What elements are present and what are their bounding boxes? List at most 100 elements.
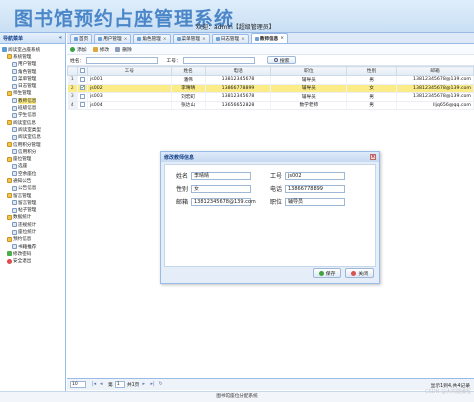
sidebar-item[interactable]: 通知公告	[2, 177, 65, 184]
search-button[interactable]: 搜索	[266, 56, 297, 64]
row-checkbox[interactable]	[77, 84, 88, 93]
tab[interactable]: 教师信息 ×	[250, 33, 289, 43]
first-page-icon[interactable]: |◂	[92, 382, 97, 387]
sidebar-item[interactable]: 安全退出	[2, 258, 65, 265]
page-icon	[12, 112, 17, 118]
sidebar-item[interactable]: 阅读室类型	[2, 126, 65, 133]
sidebar-item-label: 教师信息	[18, 97, 37, 104]
search-icon	[273, 58, 278, 62]
sidebar-item[interactable]: 留言管理	[2, 192, 65, 199]
folder-icon	[7, 178, 12, 184]
form-row: 邮箱 13812345678@139.com 职位 辅导员	[165, 196, 375, 207]
delete-button[interactable]: 删除	[115, 46, 132, 53]
sex-field[interactable]: 女	[191, 184, 251, 193]
next-page-icon[interactable]: ▸	[142, 382, 147, 387]
row-checkbox[interactable]	[77, 101, 88, 110]
sidebar-item[interactable]: 座位统计	[2, 228, 65, 235]
sidebar-item[interactable]: 信用积分	[2, 148, 65, 155]
sidebar-item[interactable]: 阅读室占座系统	[2, 46, 65, 53]
sidebar-item[interactable]: 系统管理	[2, 53, 65, 60]
tab[interactable]: 菜单管理 ×	[172, 34, 210, 43]
page-number-input[interactable]: 1	[114, 381, 125, 388]
sidebar-item[interactable]: 菜单管理	[2, 75, 65, 82]
table-row[interactable]: 2 js002李晴晴13866778899辅导员女13812345678@139.…	[67, 84, 474, 93]
folder-icon	[7, 120, 12, 126]
cell-email: 13812345678@139.com	[396, 75, 474, 85]
tab[interactable]: 角色管理 ×	[133, 34, 171, 43]
name-label: 姓名	[175, 173, 188, 180]
sidebar-item[interactable]: 阅读室信息	[2, 119, 65, 126]
id-field[interactable]: js002	[285, 171, 345, 180]
form-row: 性别 女 电话 13866778899	[165, 183, 375, 194]
sidebar-item[interactable]: 修改密码	[2, 250, 65, 257]
edit-label: 修改	[99, 47, 110, 53]
table-row[interactable]: 1 js001 潘伟 13812345678 辅导员男 13812345678@139.c…	[67, 75, 474, 85]
sidebar-item[interactable]: 选座	[2, 163, 65, 170]
tab[interactable]: 用户管理 ×	[94, 34, 132, 43]
position-field[interactable]: 辅导员	[285, 197, 345, 206]
table-row[interactable]: 4 js004 张达山 13656652828 数学老师男 lljq656@qq.com	[67, 101, 474, 110]
sidebar-item[interactable]: 阅读室信息	[2, 134, 65, 141]
tab-close-icon[interactable]: ×	[163, 37, 167, 42]
sidebar-item-label: 阅读室信息	[13, 120, 36, 126]
edit-button[interactable]: 修改	[92, 46, 110, 53]
sidebar-item[interactable]: 帖子管理	[2, 207, 65, 214]
sidebar-item[interactable]: 公告信息	[2, 185, 65, 192]
page-size-select[interactable]: 10	[70, 381, 86, 388]
tab-icon	[176, 37, 181, 41]
email-field[interactable]: 13812345678@139.com	[191, 197, 256, 206]
cell-phone: 13812345678	[205, 92, 272, 102]
sidebar-item[interactable]: 日志管理	[2, 82, 65, 89]
dialog-close-icon[interactable]: ×	[370, 154, 376, 160]
collapse-icon[interactable]: «	[59, 35, 62, 41]
sidebar-item-label: 公告信息	[18, 186, 37, 192]
sidebar-item-label: 预约信息	[13, 237, 32, 243]
sidebar-item[interactable]: 数据统计	[2, 214, 65, 221]
close-button[interactable]: 关闭	[345, 268, 374, 278]
tab-close-icon[interactable]: ×	[124, 37, 128, 42]
tab-close-icon[interactable]: ×	[202, 37, 206, 42]
refresh-icon[interactable]: ↻	[158, 382, 163, 387]
page-icon	[12, 185, 17, 191]
id-search-input[interactable]	[182, 56, 255, 64]
tab-close-icon[interactable]: ×	[241, 37, 245, 42]
tab-icon	[98, 37, 103, 41]
sidebar-item[interactable]: 角色管理	[2, 68, 65, 75]
row-checkbox[interactable]	[77, 92, 88, 102]
sidebar-item[interactable]: 教师信息	[2, 97, 65, 104]
tab[interactable]: 首页	[70, 34, 93, 43]
tab-close-icon[interactable]: ×	[280, 36, 284, 41]
sidebar-item[interactable]: 书籍推荐	[2, 243, 65, 250]
sidebar-item[interactable]: 留言管理	[2, 199, 65, 206]
prev-page-icon[interactable]: ◂	[100, 382, 105, 387]
sidebar-item[interactable]: 座位管理	[2, 155, 65, 162]
sidebar-item-label: 违规统计	[18, 222, 37, 228]
folder-icon	[7, 54, 12, 60]
tab[interactable]: 日志管理 ×	[211, 34, 249, 43]
home-icon	[2, 47, 7, 53]
sidebar-item-label: 阅读室信息	[18, 135, 41, 141]
sidebar-item[interactable]: 学生信息	[2, 112, 65, 119]
page-icon	[12, 229, 17, 235]
sidebar-item[interactable]: 空余座位	[2, 170, 65, 177]
sidebar-item-label: 班级信息	[18, 106, 37, 112]
name-field[interactable]: 李晴晴	[191, 171, 251, 180]
row-checkbox[interactable]	[77, 75, 88, 85]
add-button[interactable]: 添加	[70, 46, 87, 53]
phone-field[interactable]: 13866778899	[285, 184, 345, 193]
sidebar-item[interactable]: 师生管理	[2, 90, 65, 97]
sidebar-item[interactable]: 信用积分管理	[2, 141, 65, 148]
sidebar-item[interactable]: 班级信息	[2, 104, 65, 111]
cell-email: lljq656@qq.com	[396, 101, 474, 110]
select-all-checkbox[interactable]	[76, 66, 88, 76]
folder-icon	[7, 156, 12, 162]
last-page-icon[interactable]: ▸|	[150, 382, 155, 387]
sidebar-item[interactable]: 预约信息	[2, 236, 65, 243]
table-row[interactable]: 3 js003 刘宏町 13812345678 辅导员男 13812345678@139.…	[67, 92, 474, 102]
sidebar-item[interactable]: 用户管理	[2, 61, 65, 68]
save-button[interactable]: 保存	[312, 268, 342, 278]
column-header: 邮箱	[396, 66, 474, 76]
column-header: 电话	[204, 66, 272, 76]
sidebar-item[interactable]: 违规统计	[2, 221, 65, 228]
name-search-input[interactable]	[86, 56, 159, 64]
